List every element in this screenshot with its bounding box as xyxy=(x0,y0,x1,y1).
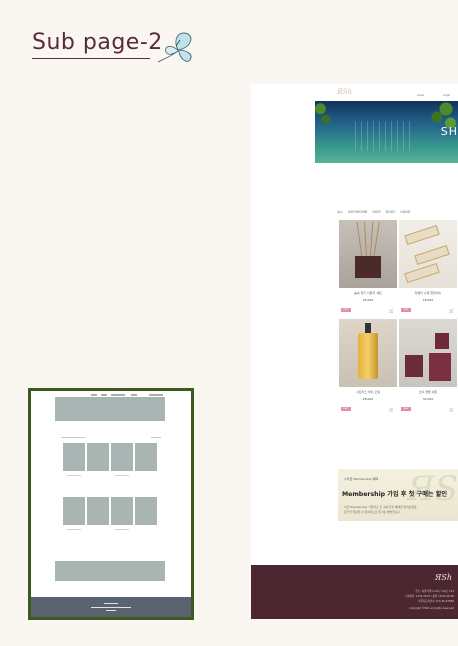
banner-desc: 향긋한 일상을 더 합리적으로 즐기는 방법입니다. xyxy=(344,510,401,514)
site-logo[interactable]: ЯSh xyxy=(337,88,352,96)
wire-product xyxy=(63,443,85,471)
footer-line: 주소: 서울특별시 OO구 OO로 123 xyxy=(415,590,454,593)
page-footer: ЯSh 주소: 서울특별시 OO구 OO로 123 고객센터: 1234-567… xyxy=(251,565,458,619)
top-bar: ЯSh shop login xyxy=(315,84,458,102)
product-name[interactable]: 숲속 향기 디퓨저 세트 xyxy=(339,291,397,295)
product-badge: BEST xyxy=(341,308,351,312)
wire-product xyxy=(135,497,157,525)
wire-product xyxy=(135,443,157,471)
product-image[interactable] xyxy=(399,220,457,288)
product-card[interactable]: 시트러스 바디 오일 28,000 BEST 🛒 xyxy=(339,319,397,412)
cart-icon[interactable]: 🛒 xyxy=(389,308,394,313)
footer-line: copyright ©ЯSh all rights reserved xyxy=(408,607,454,610)
wire-caption xyxy=(115,529,129,530)
product-image[interactable] xyxy=(339,220,397,288)
wire-hero xyxy=(55,397,165,421)
product-badge: BEST xyxy=(341,407,351,411)
wireframe-thumbnail xyxy=(28,388,194,620)
product-image[interactable] xyxy=(399,319,457,387)
wire-product xyxy=(111,497,133,525)
butterfly-icon xyxy=(157,32,192,63)
tab-bathbomb[interactable]: BATHBOMB xyxy=(348,210,367,214)
wire-product xyxy=(63,497,85,525)
product-price: 28,000 xyxy=(362,397,374,401)
wire-tabs xyxy=(61,437,161,440)
product-name[interactable]: 시트러스 바디 오일 xyxy=(339,390,397,394)
banner-desc: 지금 Membership 가입하고 첫 구매 할인 혜택을 받아보세요. xyxy=(344,505,418,509)
product-name[interactable]: 소이 캔들 세트 xyxy=(399,390,457,394)
membership-banner[interactable]: ЯS 수익금 Membership 혜택 Membership 가입 후 첫 구… xyxy=(338,469,458,521)
hero-banner: SH xyxy=(315,101,458,163)
nav-shop[interactable]: shop xyxy=(417,93,424,97)
wire-caption xyxy=(115,475,129,476)
tab-hair[interactable]: HAIR xyxy=(372,210,380,214)
product-name[interactable]: 라벤더 수제 천연비누 xyxy=(399,291,457,295)
product-price: 25,000 xyxy=(362,298,374,302)
page-side-margin xyxy=(251,84,315,619)
wire-banner xyxy=(55,561,165,581)
page-mockup: ЯSh shop login SH ALL BATHBOMB HAIR BODY… xyxy=(251,84,458,619)
banner-headline: Membership 가입 후 첫 구매는 할인 xyxy=(342,491,448,498)
footer-logo: ЯSh xyxy=(434,573,452,582)
product-badge: NEW xyxy=(401,407,411,411)
tab-hand[interactable]: HAND xyxy=(400,210,410,214)
page-title: Sub page-2 xyxy=(32,30,163,55)
footer-line: 고객센터: 1234-5678 / 평일 10:00-18:00 xyxy=(404,595,454,598)
tab-all[interactable]: ALL xyxy=(337,210,343,214)
product-card[interactable]: 소이 캔들 세트 32,000 NEW 🛒 xyxy=(399,319,457,412)
banner-subtitle: 수익금 Membership 혜택 xyxy=(344,477,379,481)
wire-product xyxy=(87,497,109,525)
product-image[interactable] xyxy=(339,319,397,387)
product-price: 32,000 xyxy=(422,397,434,401)
wire-footer xyxy=(31,597,191,617)
product-badge: NEW xyxy=(401,308,411,312)
nav-login[interactable]: login xyxy=(443,93,450,97)
cart-icon[interactable]: 🛒 xyxy=(449,407,454,412)
hero-text: SH xyxy=(440,125,458,138)
product-card[interactable]: 숲속 향기 디퓨저 세트 25,000 BEST 🛒 xyxy=(339,220,397,313)
wire-caption xyxy=(67,475,81,476)
cart-icon[interactable]: 🛒 xyxy=(449,308,454,313)
wire-product xyxy=(111,443,133,471)
footer-line: 사업자등록번호 123-45-67890 xyxy=(418,600,454,603)
cart-icon[interactable]: 🛒 xyxy=(389,407,394,412)
wire-caption xyxy=(67,529,81,530)
wire-product xyxy=(87,443,109,471)
title-underline xyxy=(32,58,150,59)
category-tabs: ALL BATHBOMB HAIR BODY HAND xyxy=(337,210,414,214)
product-card[interactable]: 라벤더 수제 천연비누 18,000 NEW 🛒 xyxy=(399,220,457,313)
product-price: 18,000 xyxy=(422,298,434,302)
tab-body[interactable]: BODY xyxy=(386,210,395,214)
